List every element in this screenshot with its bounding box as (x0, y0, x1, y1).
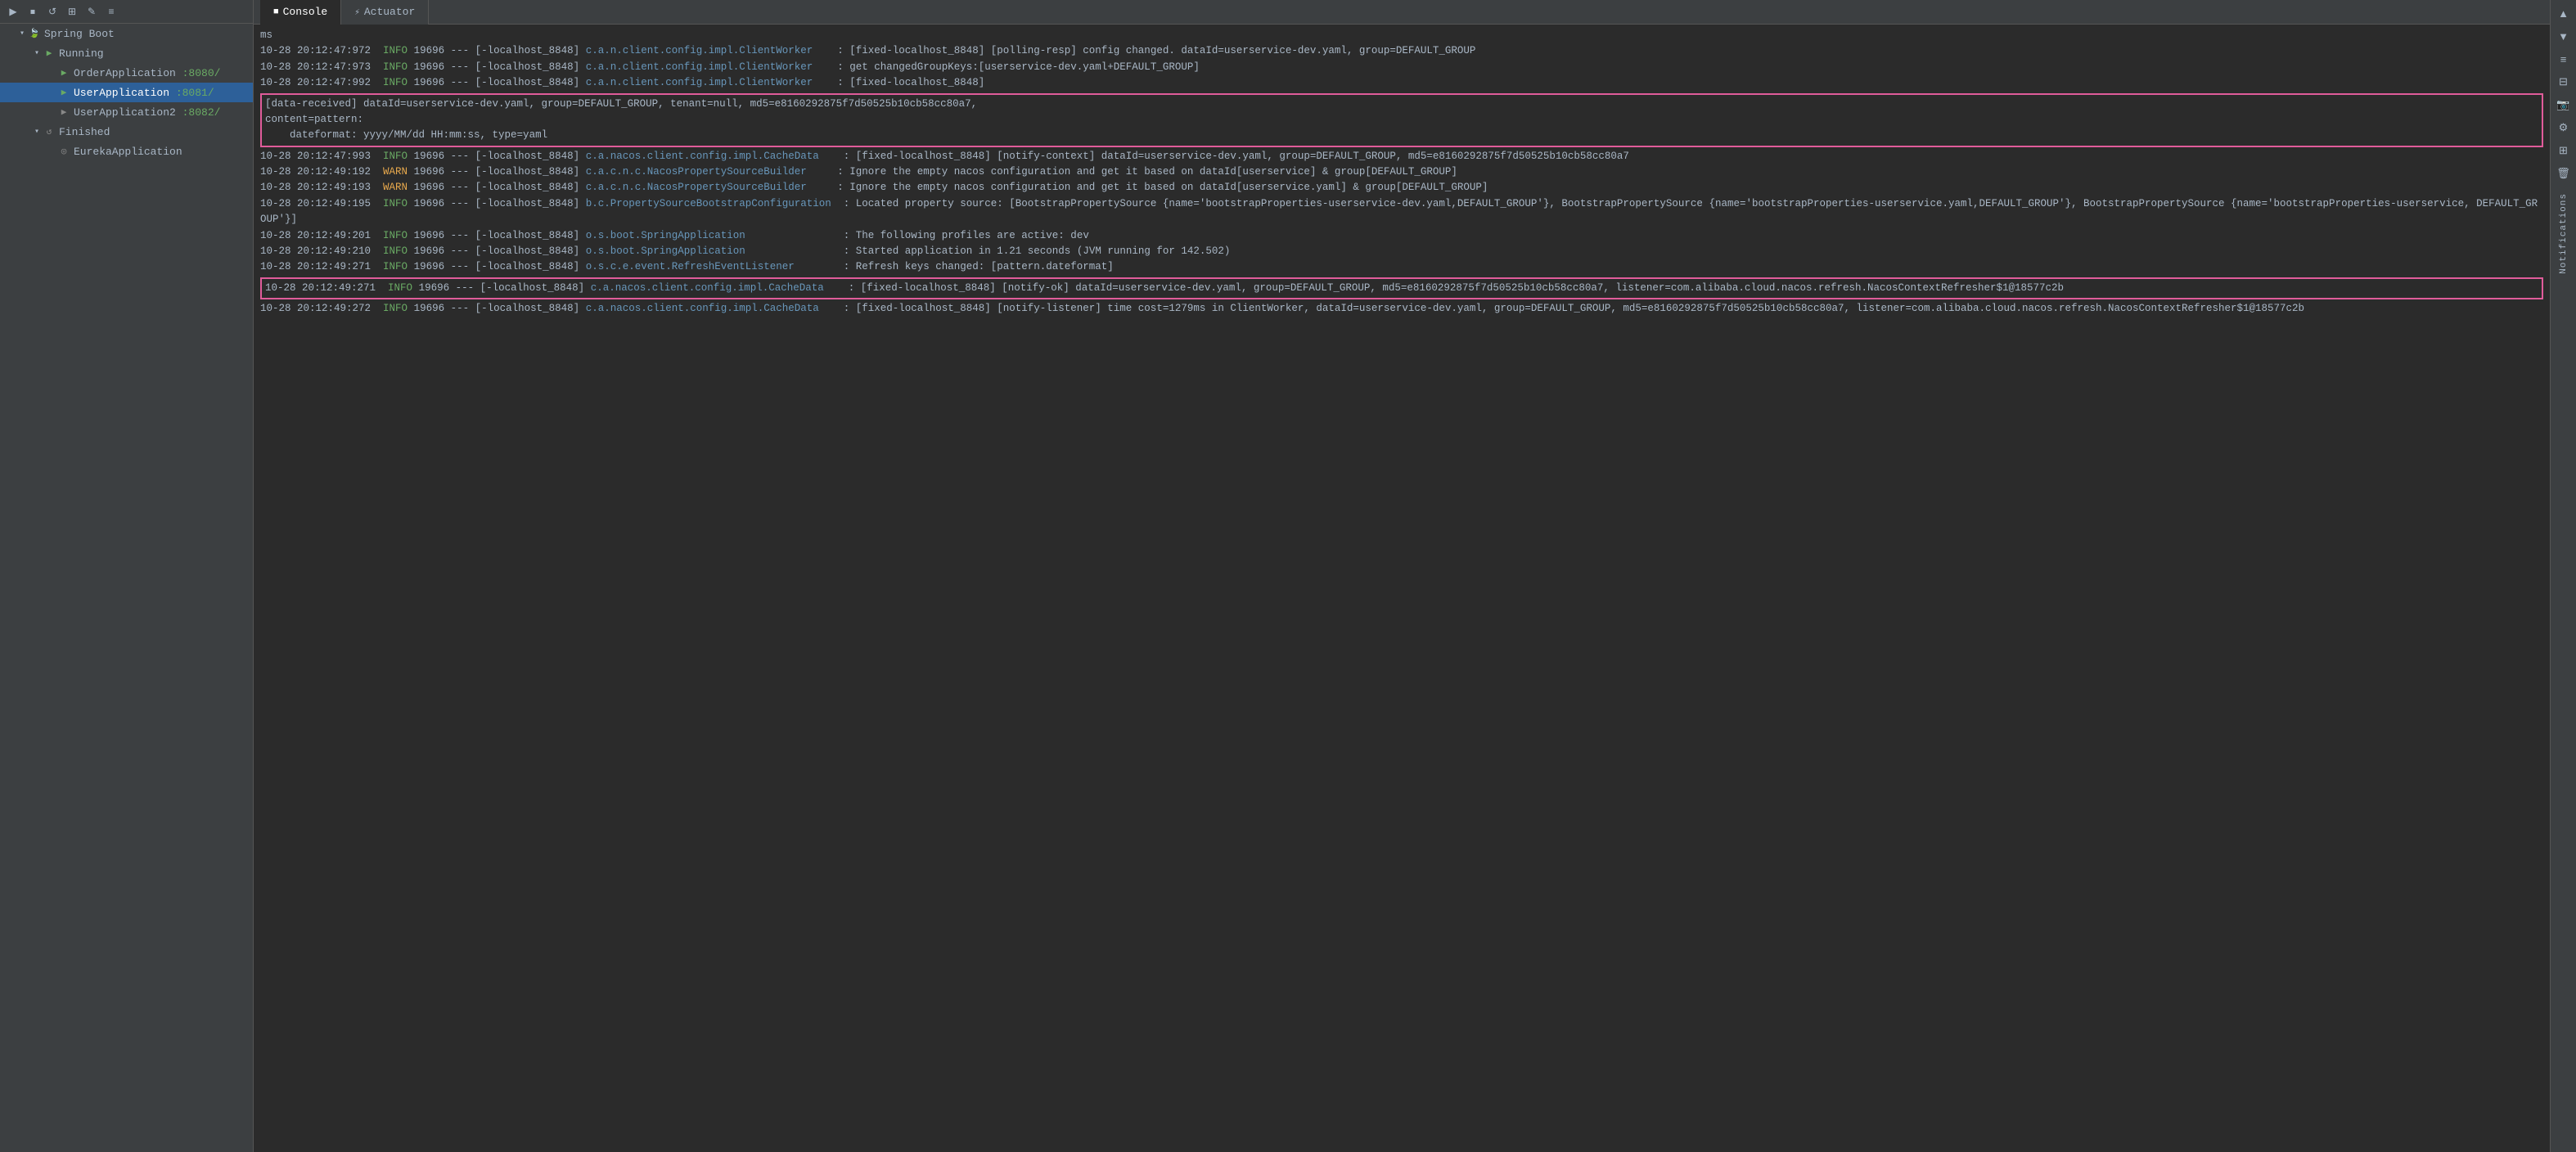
toolbar-btn-2[interactable]: ⏹ (25, 3, 41, 20)
log-line: 10-28 20:12:49:201 INFO 19696 --- [-loca… (260, 228, 2543, 244)
layout-button[interactable]: ⊞ (2554, 141, 2574, 160)
tab-actuator-label: Actuator (364, 6, 415, 18)
expand-arrow (46, 87, 57, 98)
app-run-icon: ▶ (57, 86, 70, 99)
log-line: 10-28 20:12:49:195 INFO 19696 --- [-loca… (260, 196, 2543, 228)
app-stopped-icon: ▶ (57, 106, 70, 119)
expand-arrow (31, 126, 43, 137)
expand-arrow (46, 146, 57, 157)
log-line: [data-received] dataId=userservice-dev.y… (265, 97, 2538, 112)
app-run-icon: ▶ (57, 66, 70, 79)
scroll-up-button[interactable]: ▲ (2554, 3, 2574, 23)
tab-actuator[interactable]: ⚡ Actuator (341, 0, 429, 25)
tab-console-label: Console (283, 6, 328, 18)
sidebar-item-finished[interactable]: ↺ Finished (0, 122, 253, 142)
log-content[interactable]: ms 10-28 20:12:47:972 INFO 19696 --- [-l… (254, 25, 2550, 1152)
main-content: ■ Console ⚡ Actuator ms 10-28 20:12:47:9… (254, 0, 2550, 1152)
log-line: content=pattern: (265, 112, 2538, 128)
log-line: dateformat: yyyy/MM/dd HH:mm:ss, type=ya… (265, 128, 2538, 143)
sidebar-item-label: EurekaApplication (74, 146, 182, 158)
log-highlight-box-1: [data-received] dataId=userservice-dev.y… (260, 93, 2543, 147)
sidebar-item-label-finished: Finished (59, 126, 110, 138)
expand-arrow (46, 67, 57, 79)
sidebar-toolbar: ▶ ⏹ ↺ ⊞ ✎ ≡ (0, 0, 253, 24)
sidebar-item-order-app[interactable]: ▶ OrderApplication :8080/ (0, 63, 253, 83)
log-line: 10-28 20:12:47:973 INFO 19696 --- [-loca… (260, 60, 2543, 75)
tab-console[interactable]: ■ Console (260, 0, 341, 25)
actuator-icon: ⚡ (354, 7, 360, 18)
eureka-icon: ◎ (57, 145, 70, 158)
console-icon: ■ (273, 7, 279, 17)
right-toolbar: ▲ ▼ ≡ ⊟ 📷 ⚙ ⊞ 🗑 Notifications (2550, 0, 2576, 1152)
log-highlight-box-2: 10-28 20:12:49:271 INFO 19696 --- [-loca… (260, 277, 2543, 299)
sidebar-item-user-app[interactable]: ▶ UserApplication :8081/ (0, 83, 253, 102)
log-line: 10-28 20:12:47:993 INFO 19696 --- [-loca… (260, 149, 2543, 164)
log-line: 10-28 20:12:49:271 INFO 19696 --- [-loca… (265, 281, 2538, 296)
toolbar-btn-5[interactable]: ✎ (83, 3, 100, 20)
run-folder-icon: ▶ (43, 47, 56, 60)
sidebar-item-spring-boot[interactable]: 🍃 Spring Boot (0, 24, 253, 43)
sidebar-item-label: OrderApplication :8080/ (74, 67, 220, 79)
notifications-label: Notifications (2559, 193, 2569, 274)
sidebar-item-label: UserApplication :8081/ (74, 87, 214, 99)
sidebar-item-eureka-app[interactable]: ◎ EurekaApplication (0, 142, 253, 161)
spring-icon: 🍃 (28, 27, 41, 40)
tabs-bar: ■ Console ⚡ Actuator (254, 0, 2550, 25)
log-line: 10-28 20:12:49:272 INFO 19696 --- [-loca… (260, 301, 2543, 317)
sidebar-item-label: UserApplication2 :8082/ (74, 106, 220, 119)
log-line: ms (260, 28, 2543, 43)
wrap-button[interactable]: ≡ (2554, 49, 2574, 69)
collapse-button[interactable]: ⊟ (2554, 72, 2574, 92)
toolbar-btn-3[interactable]: ↺ (44, 3, 61, 20)
sidebar: ▶ ⏹ ↺ ⊞ ✎ ≡ 🍃 Spring Boot ▶ Running ▶ Or… (0, 0, 254, 1152)
log-line: 10-28 20:12:49:271 INFO 19696 --- [-loca… (260, 259, 2543, 275)
gear-button[interactable]: ⚙ (2554, 118, 2574, 137)
screenshot-button[interactable]: 📷 (2554, 95, 2574, 115)
log-line: 10-28 20:12:47:992 INFO 19696 --- [-loca… (260, 75, 2543, 91)
sidebar-item-user-app2[interactable]: ▶ UserApplication2 :8082/ (0, 102, 253, 122)
toolbar-btn-6[interactable]: ≡ (103, 3, 119, 20)
sidebar-item-label: Running (59, 47, 104, 60)
scroll-down-button[interactable]: ▼ (2554, 26, 2574, 46)
toolbar-btn-4[interactable]: ⊞ (64, 3, 80, 20)
log-line: 10-28 20:12:47:972 INFO 19696 --- [-loca… (260, 43, 2543, 59)
log-line: 10-28 20:12:49:192 WARN 19696 --- [-loca… (260, 164, 2543, 180)
expand-arrow (16, 28, 28, 39)
expand-arrow (46, 106, 57, 118)
sidebar-item-running[interactable]: ▶ Running (0, 43, 253, 63)
toolbar-btn-1[interactable]: ▶ (5, 3, 21, 20)
finished-icon: ↺ (43, 125, 56, 138)
log-line: 10-28 20:12:49:210 INFO 19696 --- [-loca… (260, 244, 2543, 259)
log-line: 10-28 20:12:49:193 WARN 19696 --- [-loca… (260, 180, 2543, 196)
clear-button[interactable]: 🗑 (2554, 164, 2574, 183)
sidebar-item-label: Spring Boot (44, 28, 115, 40)
expand-arrow (31, 47, 43, 59)
